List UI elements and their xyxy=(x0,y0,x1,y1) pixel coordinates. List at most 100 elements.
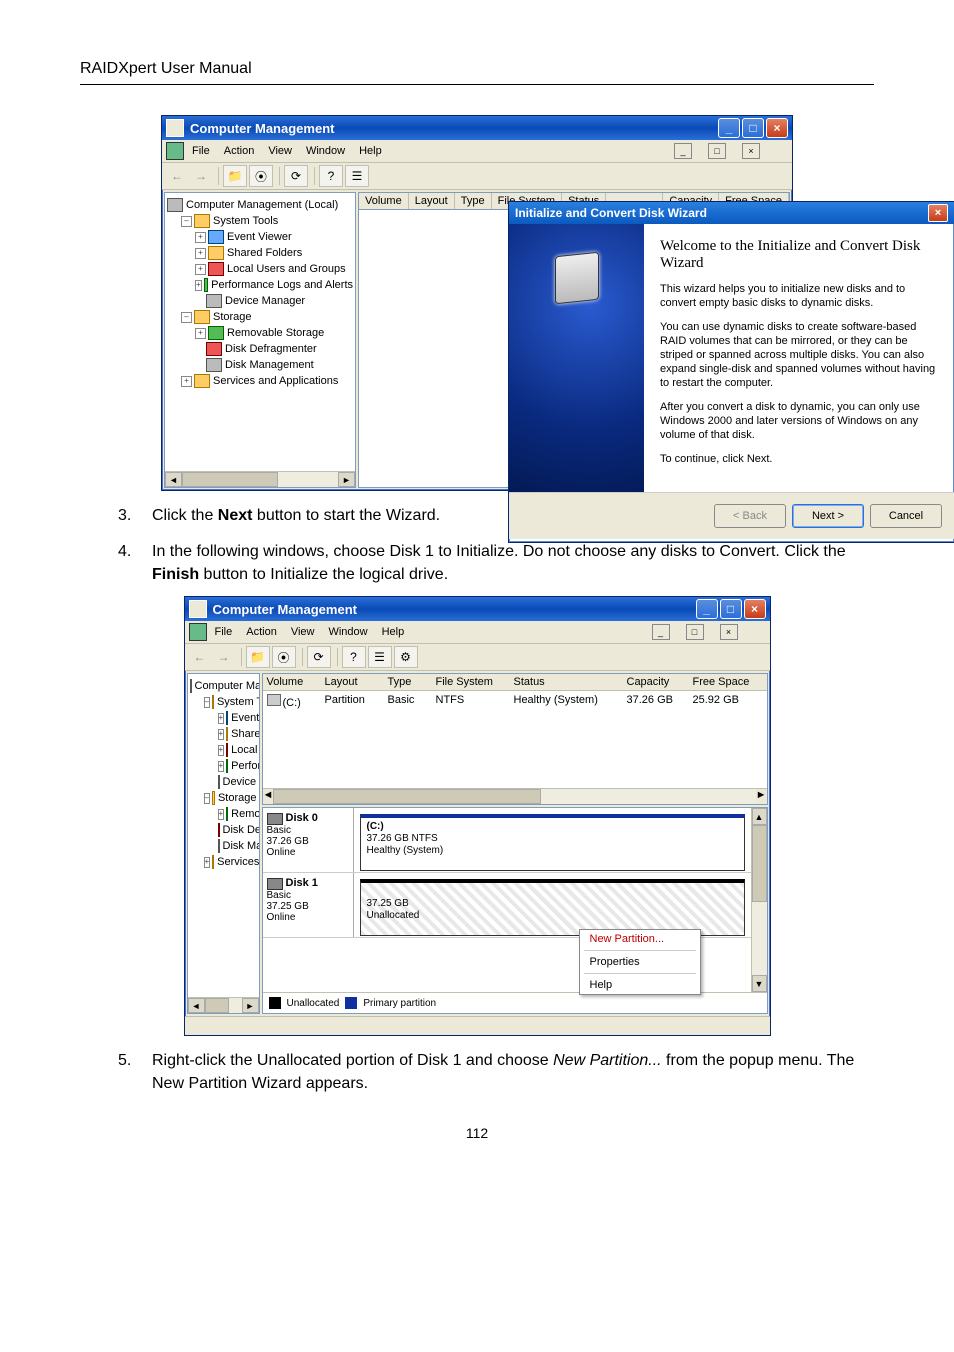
maximize-button[interactable]: □ xyxy=(742,118,764,138)
minimize-button[interactable]: _ xyxy=(696,599,718,619)
tree-disk-management[interactable]: Disk Management xyxy=(225,357,314,373)
col-type[interactable]: Type xyxy=(455,193,492,209)
col-volume[interactable]: Volume xyxy=(263,674,321,690)
scroll-right-icon[interactable]: ► xyxy=(338,472,355,487)
refresh-icon[interactable]: ⟳ xyxy=(307,646,331,668)
refresh-icon[interactable]: ⟳ xyxy=(284,165,308,187)
graphic-vscroll[interactable]: ▲ ▼ xyxy=(751,808,767,992)
menu-properties[interactable]: Properties xyxy=(580,953,700,971)
scroll-left-icon[interactable]: ◄ xyxy=(188,998,205,1013)
col-layout[interactable]: Layout xyxy=(321,674,384,690)
menu-help[interactable]: Help xyxy=(580,976,700,994)
help-icon[interactable]: ? xyxy=(342,646,366,668)
nav-forward-icon[interactable]: → xyxy=(213,647,235,667)
expand-icon[interactable]: – xyxy=(181,216,192,227)
disk0-primary-partition[interactable]: (C:) 37.26 GB NTFS Healthy (System) xyxy=(360,814,745,871)
maximize-button[interactable]: □ xyxy=(720,599,742,619)
tree-services-apps[interactable]: Services and Applications xyxy=(217,854,259,870)
col-freespace[interactable]: Free Space xyxy=(689,674,767,690)
tree-perf-logs[interactable]: Performance Logs and Alerts xyxy=(211,277,353,293)
list-icon[interactable]: ☰ xyxy=(345,165,369,187)
col-volume[interactable]: Volume xyxy=(359,193,409,209)
up-icon[interactable]: 📁 xyxy=(246,646,270,668)
menu-action[interactable]: Action xyxy=(246,626,277,638)
tree-services-apps[interactable]: Services and Applications xyxy=(213,373,338,389)
tree-system-tools[interactable]: System Tools xyxy=(213,213,278,229)
tree-shared-folders[interactable]: Shared Folders xyxy=(231,726,259,742)
tree-defrag[interactable]: Disk Defragmenter xyxy=(223,822,260,838)
tree-device-manager[interactable]: Device Manager xyxy=(223,774,260,790)
tree-event-viewer[interactable]: Event Viewer xyxy=(227,229,292,245)
expand-icon[interactable]: + xyxy=(218,809,225,820)
tree-storage[interactable]: Storage xyxy=(218,790,257,806)
tree-perf-logs[interactable]: Performance Logs and Alerts xyxy=(231,758,259,774)
tree-storage[interactable]: Storage xyxy=(213,309,252,325)
up-icon[interactable]: 📁 xyxy=(223,165,247,187)
col-filesystem[interactable]: File System xyxy=(432,674,510,690)
col-status[interactable]: Status xyxy=(510,674,623,690)
props-icon[interactable]: ⦿ xyxy=(272,646,296,668)
tree-event-viewer[interactable]: Event Viewer xyxy=(231,710,259,726)
volume-row[interactable]: (C:) Partition Basic NTFS Healthy (Syste… xyxy=(263,691,767,712)
tree-local-users[interactable]: Local Users and Groups xyxy=(227,261,346,277)
mdi-restore[interactable]: □ xyxy=(686,624,704,640)
expand-icon[interactable]: – xyxy=(204,697,210,708)
col-capacity[interactable]: Capacity xyxy=(623,674,689,690)
expand-icon[interactable]: + xyxy=(218,745,225,756)
tree-local-users[interactable]: Local Users and Groups xyxy=(231,742,259,758)
close-button[interactable]: × xyxy=(766,118,788,138)
menu-help[interactable]: Help xyxy=(382,626,405,638)
tree-hscroll[interactable]: ◄ ► xyxy=(188,997,259,1013)
tree-device-manager[interactable]: Device Manager xyxy=(225,293,305,309)
expand-icon[interactable]: + xyxy=(195,248,206,259)
settings-icon[interactable]: ⚙ xyxy=(394,646,418,668)
col-type[interactable]: Type xyxy=(384,674,432,690)
tree-defrag[interactable]: Disk Defragmenter xyxy=(225,341,317,357)
expand-icon[interactable]: – xyxy=(204,793,210,804)
tree-system-tools[interactable]: System Tools xyxy=(217,694,260,710)
tree-removable[interactable]: Removable Storage xyxy=(227,325,324,341)
menu-action[interactable]: Action xyxy=(224,145,255,157)
tree-root[interactable]: Computer Management (Local) xyxy=(186,197,338,213)
tree-removable[interactable]: Removable Storage xyxy=(231,806,259,822)
wizard-close-button[interactable]: × xyxy=(928,204,948,222)
scroll-right-icon[interactable]: ► xyxy=(756,789,767,804)
mdi-minimize[interactable]: _ xyxy=(674,143,692,159)
expand-icon[interactable]: + xyxy=(204,857,211,868)
scroll-right-icon[interactable]: ► xyxy=(242,998,259,1013)
expand-icon[interactable]: + xyxy=(181,376,192,387)
expand-icon[interactable]: + xyxy=(195,232,206,243)
menu-view[interactable]: View xyxy=(291,626,315,638)
tree-shared-folders[interactable]: Shared Folders xyxy=(227,245,302,261)
help-icon[interactable]: ? xyxy=(319,165,343,187)
menu-view[interactable]: View xyxy=(268,145,292,157)
col-layout[interactable]: Layout xyxy=(409,193,455,209)
scroll-down-icon[interactable]: ▼ xyxy=(752,975,767,992)
tree-root[interactable]: Computer Management (Local) xyxy=(195,678,260,694)
expand-icon[interactable]: – xyxy=(181,312,192,323)
scroll-left-icon[interactable]: ◄ xyxy=(165,472,182,487)
expand-icon[interactable]: + xyxy=(195,328,206,339)
menu-file[interactable]: File xyxy=(215,626,233,638)
close-button[interactable]: × xyxy=(744,599,766,619)
nav-back-icon[interactable]: ← xyxy=(189,647,211,667)
cancel-button[interactable]: Cancel xyxy=(870,504,942,528)
mdi-close[interactable]: × xyxy=(720,624,738,640)
expand-icon[interactable]: + xyxy=(218,729,225,740)
scroll-left-icon[interactable]: ◄ xyxy=(263,789,274,804)
tree-hscroll[interactable]: ◄ ► xyxy=(165,471,355,487)
expand-icon[interactable]: + xyxy=(218,761,225,772)
props-icon[interactable]: ⦿ xyxy=(249,165,273,187)
menu-window[interactable]: Window xyxy=(328,626,367,638)
mdi-close[interactable]: × xyxy=(742,143,760,159)
menu-help[interactable]: Help xyxy=(359,145,382,157)
expand-icon[interactable]: + xyxy=(218,713,225,724)
expand-icon[interactable]: + xyxy=(195,280,202,291)
nav-back-icon[interactable]: ← xyxy=(166,166,188,186)
menu-new-partition[interactable]: New Partition... xyxy=(580,930,700,948)
list-hscroll[interactable]: ◄ ► xyxy=(263,788,767,804)
mdi-restore[interactable]: □ xyxy=(708,143,726,159)
menu-window[interactable]: Window xyxy=(306,145,345,157)
scroll-up-icon[interactable]: ▲ xyxy=(752,808,767,825)
expand-icon[interactable]: + xyxy=(195,264,206,275)
